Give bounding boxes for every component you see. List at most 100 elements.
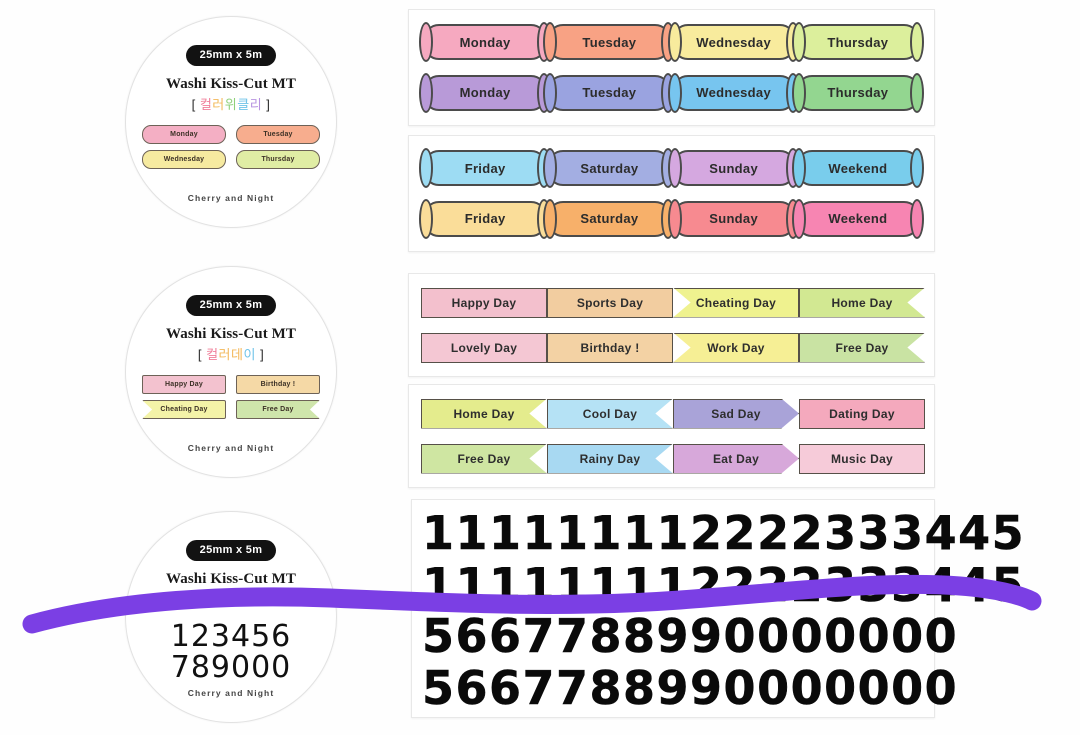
sticker-row: Friday Saturday Sunday Weekend (419, 143, 924, 194)
sticker-row: Monday Tuesday Wednesday Thursday (419, 17, 924, 68)
sticker-sunday-alt[interactable]: Sunday (667, 198, 800, 239)
sticker-sheet-daylabel-1: Happy Day Sports Day Cheating Day Home D… (408, 273, 935, 377)
sticker-label: Free Day (835, 340, 889, 355)
preview-sticker: Thursday (236, 150, 320, 169)
sticker-weekend-alt[interactable]: Weekend (791, 198, 924, 239)
sticker-label: Cheating Day (695, 295, 777, 310)
sticker-label: Monday (459, 85, 511, 101)
sticker-label: Sports Day (576, 295, 644, 310)
sticker-label: Sunday (709, 160, 758, 176)
korean-name-line: [ 컬러위클리 ] (191, 97, 271, 112)
sticker-cheating-day[interactable]: Cheating Day (673, 287, 799, 318)
preview-sticker-grid: Happy Day Birthday ! Cheating Day Free D… (142, 375, 320, 419)
preview-sticker-label: Happy Day (165, 381, 203, 388)
sticker-label: Birthday ! (580, 340, 640, 355)
preview-sticker: Cheating Day (142, 400, 226, 419)
preview-sticker-label: Tuesday (263, 131, 293, 138)
brand-footer: Cherry and Night (187, 443, 275, 453)
sticker-label: Home Day (453, 406, 515, 421)
product-label-card-numbers: 25mm x 5m Washi Kiss-Cut MT [ 숫자 ] 12345… (125, 511, 337, 723)
sticker-cool-day[interactable]: Cool Day (547, 398, 673, 429)
product-label-card-day: 25mm x 5m Washi Kiss-Cut MT [ 컬러데이 ] Hap… (125, 266, 337, 478)
sticker-row: Monday Tuesday Wednesday Thursday (419, 68, 924, 119)
preview-number-row: 123456 (170, 619, 292, 654)
sticker-label: Thursday (827, 85, 889, 101)
product-label-card-weekly: 25mm x 5m Washi Kiss-Cut MT [ 컬러위클리 ] Mo… (125, 16, 337, 228)
preview-sticker-grid: Monday Tuesday Wednesday Thursday (142, 125, 320, 169)
sticker-home-day-2[interactable]: Home Day (421, 398, 547, 429)
sticker-label: Home Day (831, 295, 893, 310)
product-listing-canvas: 25mm x 5m Washi Kiss-Cut MT [ 컬러위클리 ] Mo… (0, 0, 1080, 735)
sticker-dating-day[interactable]: Dating Day (799, 398, 925, 429)
sticker-wednesday-alt[interactable]: Wednesday (667, 72, 800, 113)
sticker-thursday[interactable]: Thursday (791, 22, 924, 63)
sticker-label: Cool Day (582, 406, 638, 421)
sticker-label: Thursday (827, 34, 889, 50)
brand-title: Washi Kiss-Cut MT (165, 571, 297, 587)
sticker-sunday[interactable]: Sunday (667, 148, 800, 189)
brand-footer: Cherry and Night (187, 688, 275, 698)
sticker-label: Friday (464, 160, 506, 176)
sticker-tuesday[interactable]: Tuesday (543, 22, 676, 63)
sticker-label: Lovely Day (450, 340, 518, 355)
sticker-monday[interactable]: Monday (419, 22, 552, 63)
sticker-label: Saturday (580, 211, 639, 227)
sticker-label: Monday (459, 34, 511, 50)
sticker-happy-day[interactable]: Happy Day (421, 287, 547, 318)
sticker-music-day[interactable]: Music Day (799, 443, 925, 474)
sticker-label: Sad Day (711, 406, 761, 421)
sticker-label: Friday (464, 211, 506, 227)
korean-name-line: [ 컬러데이 ] (197, 347, 265, 362)
size-badge: 25mm x 5m (185, 295, 277, 316)
sticker-label: Free Day (457, 451, 511, 466)
sticker-row: Happy Day Sports Day Cheating Day Home D… (421, 280, 925, 325)
sticker-weekend[interactable]: Weekend (791, 148, 924, 189)
number-row: 5667788990000000 (422, 609, 959, 664)
sticker-saturday[interactable]: Saturday (543, 148, 676, 189)
sticker-label: Wednesday (696, 34, 771, 50)
sticker-thursday-alt[interactable]: Thursday (791, 72, 924, 113)
number-row: 111111112222333445 (422, 557, 1026, 612)
sticker-free-day[interactable]: Free Day (799, 332, 925, 363)
sticker-label: Tuesday (582, 34, 637, 50)
sticker-rainy-day[interactable]: Rainy Day (547, 443, 673, 474)
sticker-label: Happy Day (451, 295, 517, 310)
preview-number-row: 789000 (170, 649, 292, 685)
size-badge: 25mm x 5m (185, 540, 277, 561)
preview-sticker-label: Wednesday (163, 156, 205, 163)
number-row: 111111112222333445 (422, 506, 1026, 560)
sticker-sports-day[interactable]: Sports Day (547, 287, 673, 318)
sticker-tuesday-alt[interactable]: Tuesday (543, 72, 676, 113)
sticker-free-day-2[interactable]: Free Day (421, 443, 547, 474)
preview-sticker-label: Monday (170, 131, 198, 138)
preview-sticker: Free Day (236, 400, 320, 419)
preview-sticker-label: Birthday ! (260, 381, 296, 388)
sticker-eat-day[interactable]: Eat Day (673, 443, 799, 474)
sticker-sad-day[interactable]: Sad Day (673, 398, 799, 429)
sticker-birthday[interactable]: Birthday ! (547, 332, 673, 363)
sticker-saturday-alt[interactable]: Saturday (543, 198, 676, 239)
preview-sticker-label: Cheating Day (160, 406, 208, 413)
sticker-label: Dating Day (829, 406, 895, 421)
sticker-label: Saturday (580, 160, 639, 176)
sticker-lovely-day[interactable]: Lovely Day (421, 332, 547, 363)
sticker-friday-alt[interactable]: Friday (419, 198, 552, 239)
sticker-label: Work Day (707, 340, 765, 355)
sticker-friday[interactable]: Friday (419, 148, 552, 189)
sticker-row: Home Day Cool Day Sad Day Dating Day (421, 391, 925, 436)
sticker-monday-alt[interactable]: Monday (419, 72, 552, 113)
sticker-row: Lovely Day Birthday ! Work Day Free Day (421, 325, 925, 370)
sticker-row: Free Day Rainy Day Eat Day Music Day (421, 436, 925, 481)
sticker-sheet-daylabel-2: Home Day Cool Day Sad Day Dating Day Fre… (408, 384, 935, 488)
sticker-label: Rainy Day (579, 451, 641, 466)
korean-name-line: [ 숫자 ] (210, 592, 252, 607)
sticker-home-day[interactable]: Home Day (799, 287, 925, 318)
sticker-label: Wednesday (696, 85, 771, 101)
sticker-label: Weekend (828, 160, 888, 176)
sticker-row: Friday Saturday Sunday Weekend (419, 194, 924, 245)
sticker-sheet-numbers: 111111112222333445 111111112222333445 56… (411, 499, 1026, 718)
sticker-wednesday[interactable]: Wednesday (667, 22, 800, 63)
sticker-work-day[interactable]: Work Day (673, 332, 799, 363)
sticker-sheet-weekday-2: Friday Saturday Sunday Weekend Friday Sa… (408, 135, 935, 252)
brand-title: Washi Kiss-Cut MT (165, 76, 297, 92)
